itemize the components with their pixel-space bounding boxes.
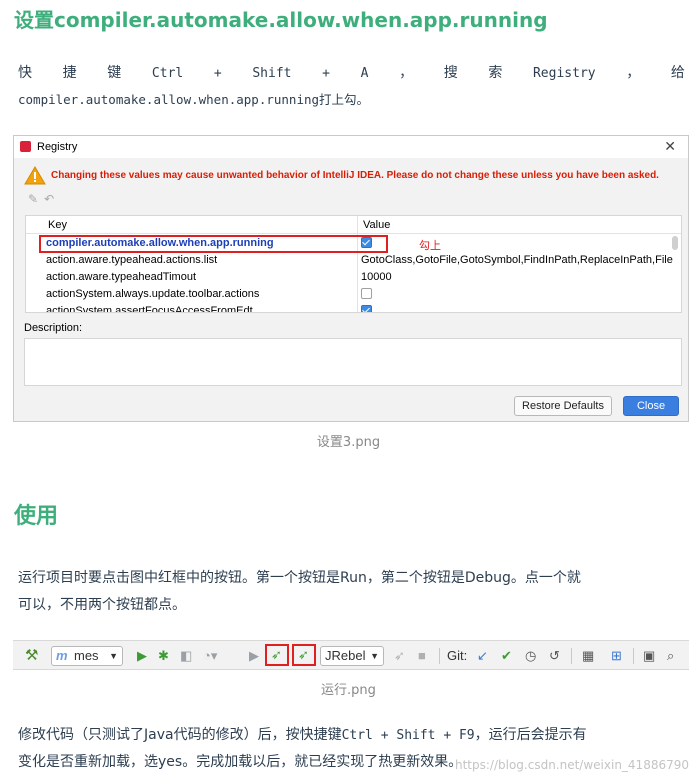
terminal-icon[interactable]: ▣: [643, 647, 655, 665]
jrebel-run-icon: ➶: [271, 647, 282, 662]
hotswap-paragraph-line1: 修改代码（只测试了Java代码的修改）后，按快捷键Ctrl + Shift + …: [18, 727, 587, 743]
description-box: [24, 338, 682, 386]
warning-icon: [24, 166, 46, 185]
revert-icon[interactable]: ↶: [44, 192, 60, 206]
registry-dialog: Registry ✕ Changing these values may cau…: [13, 135, 689, 422]
git-commit-icon[interactable]: ✔: [501, 647, 512, 665]
git-update-icon[interactable]: ↙: [477, 647, 488, 665]
run-disabled-icon[interactable]: ▶: [249, 647, 259, 665]
dialog-title: Registry: [37, 141, 78, 153]
stop-icon[interactable]: ■: [418, 647, 426, 665]
coverage-icon[interactable]: ◧: [180, 647, 192, 665]
registry-toolbar: ✎↶: [28, 192, 60, 206]
table-row[interactable]: actionSystem.assertFocusAccessFromEdt: [26, 302, 681, 312]
usage-paragraph-line1: 运行项目时要点击图中红框中的按钮。第一个按钮是Run，第二个按钮是Debug。点…: [18, 570, 581, 586]
table-header: Key Value: [26, 216, 681, 234]
git-history-icon[interactable]: ◷: [525, 647, 536, 665]
chevron-down-icon: ▼: [109, 651, 118, 661]
project-structure-icon[interactable]: ▦: [582, 647, 594, 665]
run-icon[interactable]: ▶: [137, 647, 147, 665]
image-caption: 运行.png: [321, 683, 376, 698]
shortcut-paragraph-line2: compiler.automake.allow.when.app.running…: [18, 92, 370, 107]
description-label: Description:: [24, 322, 83, 334]
watermark: https://blog.csdn.net/weixin_41886790: [454, 758, 689, 772]
section-title-settings: 设置compiler.automake.allow.when.app.runni…: [14, 8, 548, 32]
column-key-header[interactable]: Key: [48, 219, 67, 231]
column-value-header[interactable]: Value: [363, 219, 390, 231]
checkbox-unchecked[interactable]: [361, 288, 372, 299]
close-button[interactable]: Close: [623, 396, 679, 416]
search-icon[interactable]: ⌕: [667, 647, 674, 665]
highlight-box: [39, 235, 388, 253]
table-row[interactable]: actionSystem.always.update.toolbar.actio…: [26, 285, 681, 302]
table-row[interactable]: action.aware.typeaheadTimout 10000: [26, 268, 681, 285]
image-caption: 设置3.png: [316, 435, 381, 450]
git-rollback-icon[interactable]: ↺: [549, 647, 560, 665]
dialog-titlebar: Registry ✕: [14, 136, 688, 158]
close-icon[interactable]: ✕: [664, 138, 676, 155]
run-config-select[interactable]: m mes ▼: [51, 646, 123, 666]
edit-icon[interactable]: ✎: [28, 192, 44, 206]
restore-defaults-button[interactable]: Restore Defaults: [514, 396, 612, 416]
registry-table: Key Value compiler.automake.allow.when.a…: [25, 215, 682, 313]
usage-paragraph-line2: 可以，不用两个按钮都点。: [18, 597, 186, 613]
chevron-down-icon: ▼: [370, 651, 379, 661]
table-scrollbar[interactable]: [672, 236, 678, 250]
intellij-app-icon: [20, 141, 31, 152]
jrebel-run-button[interactable]: ➶: [265, 644, 289, 666]
config-icon: m: [56, 648, 68, 663]
shortcut-paragraph-line1: 快 捷 键 Ctrl + Shift + A ， 搜 索 Registry ， …: [18, 65, 685, 81]
update-disabled-icon[interactable]: ➶: [394, 647, 405, 665]
table-row[interactable]: action.aware.typeahead.actions.list Goto…: [26, 251, 681, 268]
git-label: Git:: [447, 648, 468, 663]
checkbox-checked[interactable]: [361, 305, 372, 312]
debug-icon[interactable]: ✱: [158, 647, 169, 665]
jrebel-debug-icon: ➶: [298, 647, 309, 662]
warning-text: Changing these values may cause unwanted…: [51, 170, 659, 181]
annotation-tick: 勾上: [419, 239, 441, 252]
profile-icon[interactable]: ◔▾: [203, 647, 217, 665]
jrebel-debug-button[interactable]: ➶: [292, 644, 316, 666]
translate-icon[interactable]: ⊞: [611, 647, 622, 665]
warning-banner: Changing these values may cause unwanted…: [24, 166, 684, 186]
section-title-usage: 使用: [14, 504, 59, 529]
jrebel-select[interactable]: JRebel ▼: [320, 646, 384, 666]
ide-toolbar: ⚒ m mes ▼ ▶ ✱ ◧ ◔▾ ▶ ➶ ➶ JRebel ▼ ➶ ■ Gi…: [13, 640, 689, 670]
hammer-icon[interactable]: ⚒: [25, 647, 38, 665]
